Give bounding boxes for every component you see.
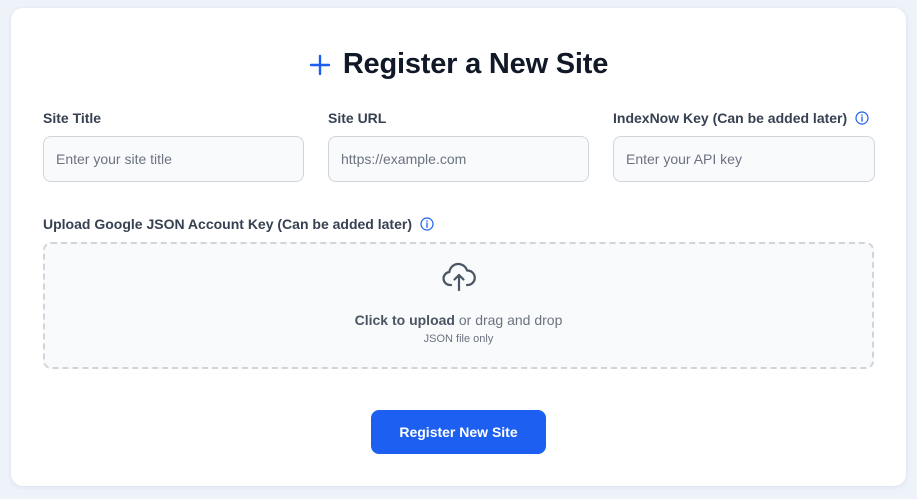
site-url-label-text: Site URL [328, 110, 387, 126]
site-title-input[interactable] [43, 136, 304, 182]
indexnow-key-input[interactable] [613, 136, 875, 182]
drag-drop-text: or drag and drop [454, 312, 563, 328]
click-to-upload-text[interactable]: Click to upload [355, 312, 455, 328]
site-title-label-text: Site Title [43, 110, 102, 126]
title-row: Register a New Site [11, 48, 906, 81]
site-url-label: Site URL [328, 110, 386, 126]
upload-label-text: Upload Google JSON Account Key (Can be a… [43, 216, 412, 232]
register-site-card: Register a New Site Site Title Site URL … [11, 8, 906, 486]
upload-label: Upload Google JSON Account Key (Can be a… [43, 216, 434, 232]
site-url-input[interactable] [328, 136, 589, 182]
register-new-site-button[interactable]: Register New Site [371, 410, 546, 454]
site-title-label: Site Title [43, 110, 101, 126]
indexnow-key-label-text: IndexNow Key (Can be added later) [613, 110, 848, 126]
indexnow-key-label: IndexNow Key (Can be added later) [613, 110, 869, 126]
json-upload-dropzone[interactable]: Click to upload or drag and drop JSON fi… [43, 242, 874, 369]
info-icon[interactable] [855, 111, 869, 125]
plus-icon [309, 54, 331, 75]
page-title: Register a New Site [342, 48, 609, 80]
cloud-upload-icon [442, 262, 476, 292]
file-type-hint: JSON file only [423, 333, 494, 345]
upload-instructions: Click to upload or drag and drop [45, 312, 872, 328]
info-icon[interactable] [420, 217, 434, 231]
